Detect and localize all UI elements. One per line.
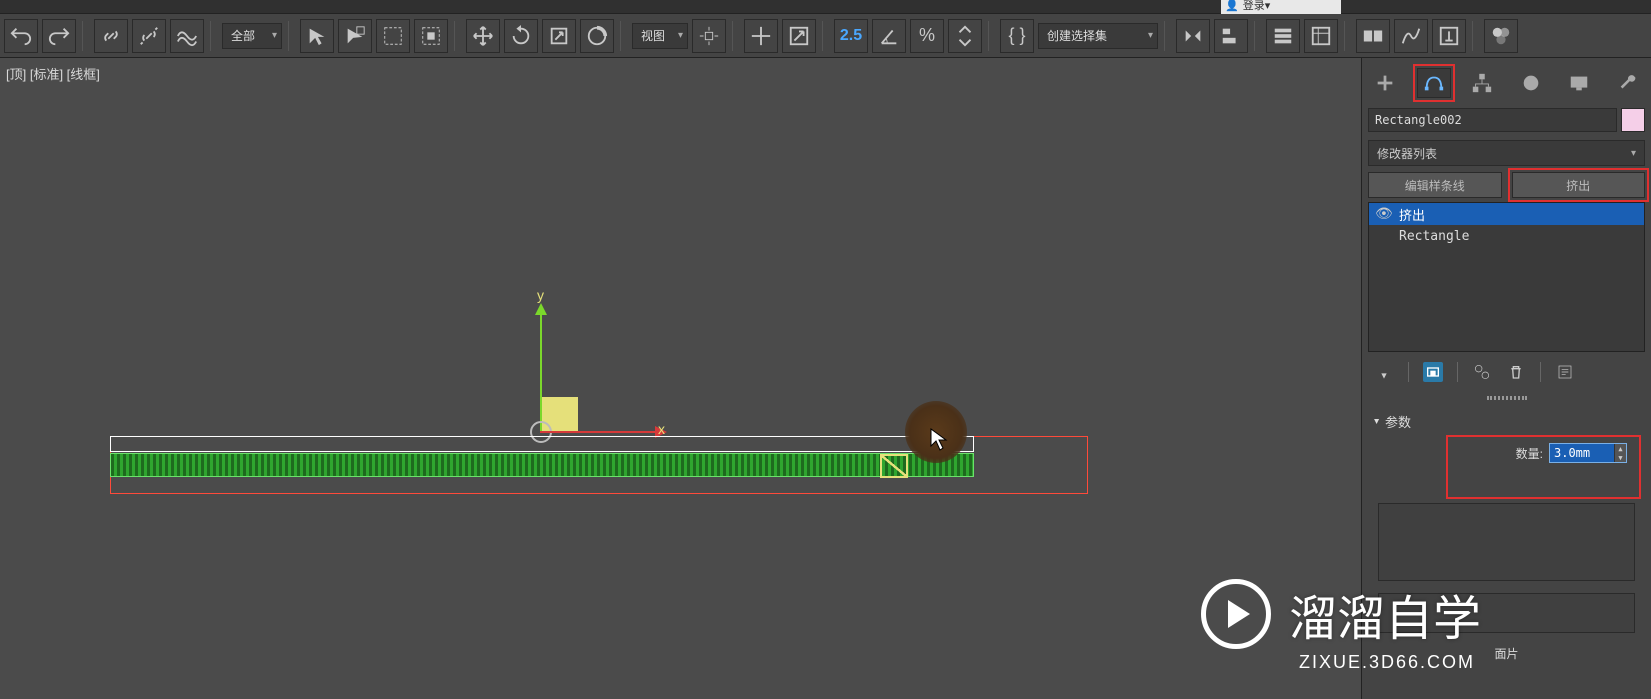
make-unique-button[interactable] <box>1472 362 1492 382</box>
material-editor-button[interactable] <box>1484 19 1518 53</box>
curve-editor-button[interactable] <box>1394 19 1428 53</box>
hierarchy-panel-tab[interactable] <box>1465 68 1499 98</box>
params-rollout-header[interactable]: 参数 <box>1368 408 1645 435</box>
unlink-button[interactable] <box>132 19 166 53</box>
menubar: 👤登录 ▾ <box>0 0 1651 14</box>
modifier-list-dropdown[interactable]: 修改器列表 <box>1368 140 1645 166</box>
toggle-layer-explorer-button[interactable] <box>1266 19 1300 53</box>
viewport-top[interactable]: [顶] [标准] [线框] y x <box>0 58 1361 699</box>
object-color-swatch[interactable] <box>1621 108 1645 132</box>
select-object-button[interactable] <box>300 19 334 53</box>
window-crossing-button[interactable] <box>414 19 448 53</box>
display-panel-tab[interactable] <box>1562 68 1596 98</box>
extrude-preset-button[interactable]: 挤出 <box>1512 172 1646 198</box>
select-by-name-button[interactable] <box>338 19 372 53</box>
show-end-result-button[interactable] <box>1423 362 1443 382</box>
percent-snap-button[interactable]: % <box>910 19 944 53</box>
watermark-url: ZIXUE.3D66.COM <box>1299 652 1475 673</box>
link-button[interactable] <box>94 19 128 53</box>
modifier-stack-item[interactable]: Rectangle <box>1369 225 1644 247</box>
named-selection-dropdown[interactable]: 创建选择集 <box>1038 23 1158 49</box>
login-dropdown[interactable]: 👤登录 ▾ <box>1221 0 1341 14</box>
spinner-snap-button[interactable] <box>948 19 982 53</box>
bind-space-warp-button[interactable] <box>170 19 204 53</box>
pin-stack-button[interactable] <box>1374 362 1394 382</box>
use-pivot-center-button[interactable] <box>692 19 726 53</box>
modifier-stack-item[interactable]: 👁 挤出 <box>1369 203 1644 225</box>
amount-spinner[interactable]: 3.0mm ▲▼ <box>1549 443 1627 463</box>
utilities-panel-tab[interactable] <box>1611 68 1645 98</box>
modify-panel-tab[interactable] <box>1417 68 1451 98</box>
named-selection-edit-button[interactable]: { } <box>1000 19 1034 53</box>
snap-toggle-button[interactable]: 2.5 <box>834 19 868 53</box>
undo-button[interactable] <box>4 19 38 53</box>
configure-modifier-sets-button[interactable] <box>1555 362 1575 382</box>
angle-snap-button[interactable] <box>872 19 906 53</box>
select-move-button[interactable] <box>466 19 500 53</box>
edit-spline-button[interactable]: 编辑样条线 <box>1368 172 1502 198</box>
remove-modifier-button[interactable] <box>1506 362 1526 382</box>
keyboard-shortcut-override-button[interactable] <box>782 19 816 53</box>
redo-button[interactable] <box>42 19 76 53</box>
create-panel-tab[interactable] <box>1368 68 1402 98</box>
toggle-scene-explorer-button[interactable] <box>1304 19 1338 53</box>
object-name-field[interactable]: Rectangle002 <box>1368 108 1617 132</box>
toggle-ribbon-button[interactable] <box>1356 19 1390 53</box>
main-toolbar: 全部 视图 2.5 % { } 创建选择集 <box>0 14 1651 58</box>
motion-panel-tab[interactable] <box>1514 68 1548 98</box>
amount-label: 数量: <box>1516 445 1543 462</box>
sub-object-handle[interactable] <box>880 454 908 478</box>
selection-bounds <box>110 436 974 452</box>
select-manipulate-button[interactable] <box>744 19 778 53</box>
mirror-button[interactable] <box>1176 19 1210 53</box>
selection-filter-dropdown[interactable]: 全部 <box>222 23 282 49</box>
schematic-view-button[interactable] <box>1432 19 1466 53</box>
rollout-drag-handle[interactable] <box>1368 396 1645 402</box>
select-place-button[interactable] <box>580 19 614 53</box>
select-rotate-button[interactable] <box>504 19 538 53</box>
capping-group <box>1378 503 1635 581</box>
modifier-stack[interactable]: 👁 挤出 Rectangle <box>1368 202 1645 352</box>
watermark-logo: 溜溜自学 <box>1201 579 1481 649</box>
select-region-rect-button[interactable] <box>376 19 410 53</box>
select-scale-button[interactable] <box>542 19 576 53</box>
align-button[interactable] <box>1214 19 1248 53</box>
visibility-eye-icon[interactable]: 👁 <box>1375 206 1393 222</box>
viewport-label[interactable]: [顶] [标准] [线框] <box>6 64 100 83</box>
cursor-icon <box>930 428 948 457</box>
play-circle-icon <box>1201 579 1271 649</box>
ref-coord-system-dropdown[interactable]: 视图 <box>632 23 688 49</box>
extruded-object[interactable] <box>110 453 974 477</box>
